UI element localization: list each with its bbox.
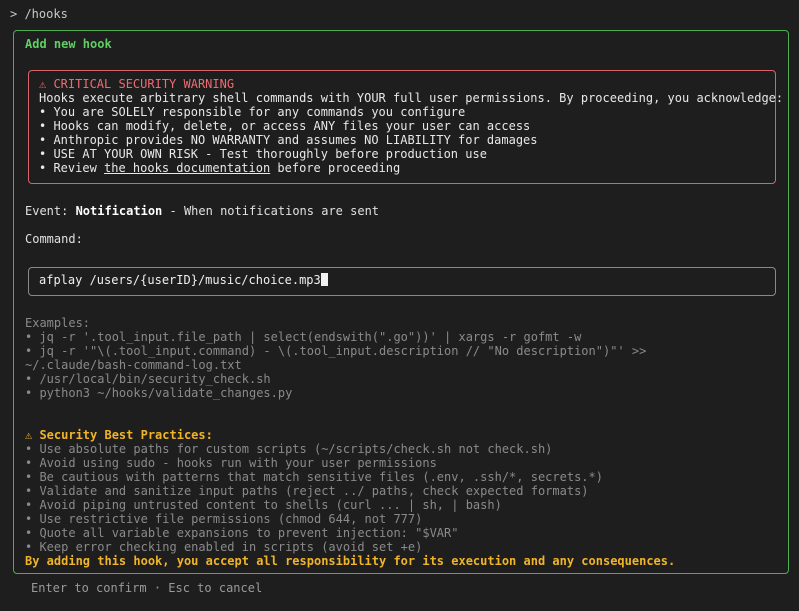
command-input[interactable]: afplay /users/{userID}/music/choice.mp3 <box>28 267 776 296</box>
warning-heading: ⚠ CRITICAL SECURITY WARNING <box>39 77 235 91</box>
practice-line: • Be cautious with patterns that match s… <box>25 470 603 484</box>
command-label: Command: <box>25 232 83 246</box>
key-hints-footer: Enter to confirm · Esc to cancel <box>31 581 263 595</box>
event-name: Notification <box>75 204 163 218</box>
text-cursor <box>320 273 328 286</box>
warning-intro: Hooks execute arbitrary shell commands w… <box>39 91 784 105</box>
warning-item: • Anthropic provides NO WARRANTY and ass… <box>39 133 538 147</box>
practice-line: • Avoid using sudo - hooks run with your… <box>25 456 437 470</box>
command-prompt: > /hooks <box>10 7 68 21</box>
add-hook-panel: Add new hook ⚠ CRITICAL SECURITY WARNING… <box>13 30 789 574</box>
practice-line: • Use absolute paths for custom scripts … <box>25 442 553 456</box>
warning-item: • Hooks can modify, delete, or access AN… <box>39 119 531 133</box>
practice-line: • Avoid piping untrusted content to shel… <box>25 498 502 512</box>
practice-line: • Quote all variable expansions to preve… <box>25 526 459 540</box>
practice-line: • Validate and sanitize input paths (rej… <box>25 484 589 498</box>
warning-item: • USE AT YOUR OWN RISK - Test thoroughly… <box>39 147 487 161</box>
event-description: - When notifications are sent <box>162 204 380 218</box>
review-suffix: before proceeding <box>270 161 401 175</box>
examples-section: Examples: • jq -r '.tool_input.file_path… <box>25 316 646 400</box>
example-line: • python3 ~/hooks/validate_changes.py <box>25 386 293 400</box>
example-line: • /usr/local/bin/security_check.sh <box>25 372 271 386</box>
event-label: Event: <box>25 204 76 218</box>
practices-heading: ⚠ Security Best Practices: <box>25 428 213 442</box>
responsibility-notice: By adding this hook, you accept all resp… <box>25 554 676 568</box>
security-practices-section: ⚠ Security Best Practices: • Use absolut… <box>25 428 603 554</box>
example-line: • jq -r '.tool_input.file_path | select(… <box>25 330 582 344</box>
practice-line: • Use restrictive file permissions (chmo… <box>25 512 423 526</box>
event-line: Event: Notification - When notifications… <box>25 204 379 218</box>
warning-review-item: • Review the hooks documentation before … <box>39 161 775 175</box>
warning-item: • You are SOLELY responsible for any com… <box>39 105 466 119</box>
panel-title: Add new hook <box>25 37 112 51</box>
example-line: ~/.claude/bash-command-log.txt <box>25 358 242 372</box>
hooks-documentation-link[interactable]: the hooks documentation <box>104 161 270 175</box>
practice-line: • Keep error checking enabled in scripts… <box>25 540 423 554</box>
review-prefix: • Review <box>39 161 105 175</box>
command-input-value: afplay /users/{userID}/music/choice.mp3 <box>39 273 321 287</box>
security-warning-box: ⚠ CRITICAL SECURITY WARNING Hooks execut… <box>28 70 784 184</box>
example-line: • jq -r '"\(.tool_input.command) - \(.to… <box>25 344 647 358</box>
examples-heading: Examples: <box>25 316 91 330</box>
